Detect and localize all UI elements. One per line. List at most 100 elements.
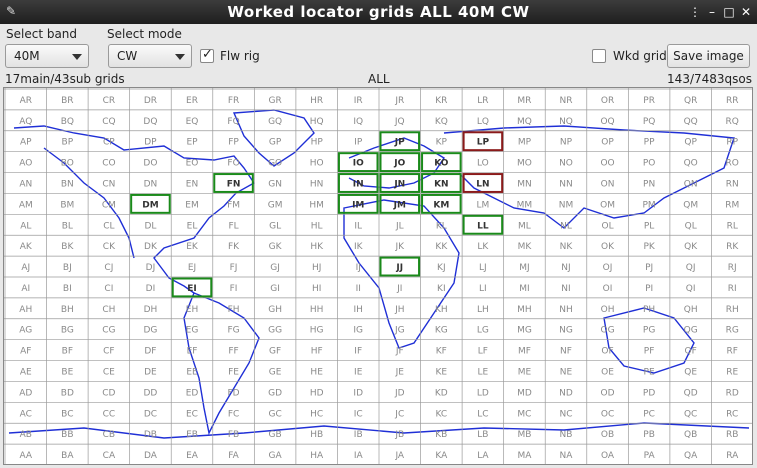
- grid-cell-label[interactable]: EM: [185, 200, 198, 210]
- grid-cell-label[interactable]: LC: [477, 409, 488, 419]
- grid-cell-label[interactable]: MA: [517, 451, 532, 461]
- grid-cell-label[interactable]: LM: [476, 200, 489, 210]
- grid-cell-label[interactable]: DM: [142, 200, 158, 210]
- grid-cell-label[interactable]: MH: [517, 305, 532, 315]
- grid-cell-label[interactable]: MM: [517, 200, 533, 210]
- grid-cell-label[interactable]: MQ: [517, 117, 532, 127]
- grid-cell-label[interactable]: FP: [228, 138, 239, 148]
- grid-cell-label[interactable]: BK: [61, 242, 74, 252]
- grid-cell-label[interactable]: NN: [559, 180, 572, 190]
- grid-cell-label[interactable]: RL: [727, 221, 738, 231]
- grid-cell-label[interactable]: HK: [310, 242, 324, 252]
- grid-cell-label[interactable]: CE: [103, 368, 115, 378]
- grid-cell-label[interactable]: KL: [436, 221, 447, 231]
- grid-cell-label[interactable]: OJ: [603, 263, 613, 273]
- grid-cell-label[interactable]: LH: [477, 305, 489, 315]
- grid-cell-label[interactable]: MG: [517, 326, 532, 336]
- grid-cell-label[interactable]: DK: [144, 242, 158, 252]
- wkd-grid-checkbox[interactable]: [592, 49, 606, 63]
- grid-cell-label[interactable]: JF: [395, 347, 404, 357]
- grid-cell-label[interactable]: AR: [20, 96, 32, 106]
- grid-cell-label[interactable]: AC: [20, 409, 32, 419]
- grid-cell-label[interactable]: OR: [601, 96, 614, 106]
- grid-cell-label[interactable]: PA: [644, 451, 656, 461]
- grid-cell-label[interactable]: FE: [228, 368, 239, 378]
- grid-cell-label[interactable]: BH: [61, 305, 74, 315]
- grid-cell-label[interactable]: PI: [645, 284, 653, 294]
- grid-cell-label[interactable]: PK: [643, 242, 655, 252]
- grid-cell-label[interactable]: JM: [393, 200, 406, 210]
- grid-cell-label[interactable]: OH: [601, 305, 615, 315]
- grid-cell-label[interactable]: MF: [518, 347, 531, 357]
- grid-cell-label[interactable]: JB: [394, 430, 404, 440]
- grid-cell-label[interactable]: AE: [20, 368, 32, 378]
- mode-select[interactable]: CW: [108, 44, 192, 68]
- grid-cell-label[interactable]: RM: [725, 200, 739, 210]
- grid-cell-label[interactable]: ED: [186, 388, 199, 398]
- grid-cell-label[interactable]: BE: [61, 368, 73, 378]
- grid-cell-label[interactable]: EE: [186, 368, 198, 378]
- grid-cell-label[interactable]: EC: [186, 409, 198, 419]
- grid-cell-label[interactable]: QI: [686, 284, 696, 294]
- grid-cell-label[interactable]: NP: [560, 138, 573, 148]
- grid-cell-label[interactable]: AB: [20, 430, 32, 440]
- grid-cell-label[interactable]: KF: [436, 347, 447, 357]
- grid-cell-label[interactable]: HB: [310, 430, 323, 440]
- grid-cell-label[interactable]: AP: [20, 138, 32, 148]
- grid-cell-label[interactable]: CF: [103, 347, 114, 357]
- grid-cell-label[interactable]: OK: [601, 242, 615, 252]
- grid-cell-label[interactable]: RF: [727, 347, 738, 357]
- grid-cell-label[interactable]: QH: [684, 305, 698, 315]
- grid-cell-label[interactable]: HL: [311, 221, 323, 231]
- grid-cell-label[interactable]: DO: [143, 159, 157, 169]
- grid-cell-label[interactable]: NL: [560, 221, 572, 231]
- grid-cell-label[interactable]: KI: [437, 284, 446, 294]
- grid-cell-label[interactable]: JO: [393, 159, 405, 169]
- grid-cell-label[interactable]: AA: [19, 451, 32, 461]
- grid-cell-label[interactable]: GR: [268, 96, 281, 106]
- grid-cell-label[interactable]: BM: [60, 200, 74, 210]
- grid-cell-label[interactable]: CO: [102, 159, 115, 169]
- grid-cell-label[interactable]: LP: [477, 138, 490, 148]
- grid-cell-label[interactable]: KM: [433, 200, 449, 210]
- grid-cell-label[interactable]: JP: [394, 138, 405, 148]
- grid-cell-label[interactable]: PR: [643, 96, 655, 106]
- grid-cell-label[interactable]: FQ: [227, 117, 239, 127]
- grid-cell-label[interactable]: MJ: [519, 263, 529, 273]
- grid-cell-label[interactable]: QK: [684, 242, 698, 252]
- grid-cell-label[interactable]: RN: [726, 180, 739, 190]
- grid-cell-label[interactable]: QE: [684, 368, 697, 378]
- grid-cell-label[interactable]: GI: [270, 284, 280, 294]
- grid-cell-label[interactable]: MI: [519, 284, 529, 294]
- grid-cell-label[interactable]: HC: [310, 409, 323, 419]
- grid-cell-label[interactable]: PD: [643, 388, 655, 398]
- grid-cell-label[interactable]: CM: [102, 200, 116, 210]
- grid-cell-label[interactable]: EH: [186, 305, 198, 315]
- grid-cell-label[interactable]: EG: [186, 326, 199, 336]
- grid-cell-label[interactable]: LG: [477, 326, 489, 336]
- grid-cell-label[interactable]: JK: [394, 242, 405, 252]
- grid-cell-label[interactable]: NB: [560, 430, 573, 440]
- grid-cell-label[interactable]: JD: [394, 388, 405, 398]
- grid-cell-label[interactable]: AJ: [21, 263, 30, 273]
- grid-cell-label[interactable]: AF: [20, 347, 31, 357]
- grid-cell-label[interactable]: CG: [102, 326, 115, 336]
- grid-cell-label[interactable]: PH: [643, 305, 655, 315]
- grid-cell-label[interactable]: MO: [517, 159, 532, 169]
- locator-grid-map[interactable]: AR BR CR DR ER FR GR HR IR JR KR LR MR NR OR PR QR RR AQ BQ…: [3, 87, 753, 465]
- grid-cell-label[interactable]: QP: [684, 138, 697, 148]
- grid-cell-label[interactable]: AD: [19, 388, 32, 398]
- grid-cell-label[interactable]: JC: [394, 409, 404, 419]
- grid-cell-label[interactable]: HQ: [310, 117, 324, 127]
- grid-cell-label[interactable]: AO: [19, 159, 32, 169]
- grid-cell-label[interactable]: NE: [560, 368, 573, 378]
- grid-cell-label[interactable]: HH: [310, 305, 324, 315]
- grid-cell-label[interactable]: LI: [479, 284, 487, 294]
- grid-cell-label[interactable]: KC: [435, 409, 447, 419]
- grid-cell-label[interactable]: RI: [728, 284, 737, 294]
- grid-cell-label[interactable]: BO: [61, 159, 74, 169]
- grid-cell-label[interactable]: QO: [684, 159, 698, 169]
- grid-cell-label[interactable]: IG: [353, 326, 363, 336]
- grid-cell-label[interactable]: LO: [477, 159, 489, 169]
- grid-cell-label[interactable]: QQ: [684, 117, 698, 127]
